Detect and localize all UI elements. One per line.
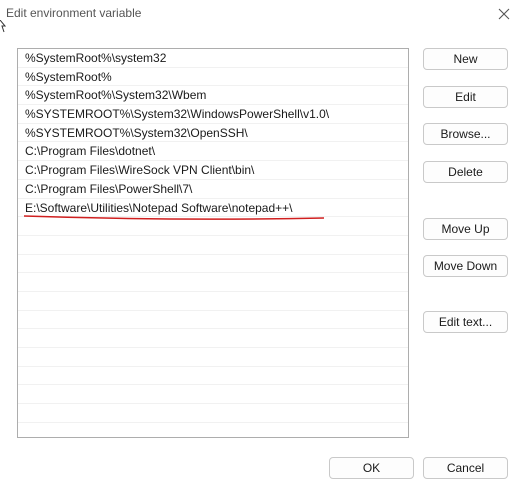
path-text: %SystemRoot%\System32\Wbem <box>25 88 207 103</box>
path-list-item[interactable]: %SystemRoot% <box>18 68 408 87</box>
new-button[interactable]: New <box>423 48 508 70</box>
dialog-title: Edit environment variable <box>6 6 142 20</box>
empty-list-row <box>18 367 408 386</box>
ok-button[interactable]: OK <box>329 457 414 479</box>
empty-list-row <box>18 273 408 292</box>
path-list-item[interactable]: %SYSTEMROOT%\System32\OpenSSH\ <box>18 124 408 143</box>
edit-underline <box>24 215 324 220</box>
empty-list-row <box>18 404 408 423</box>
empty-list-row <box>18 292 408 311</box>
move-up-button[interactable]: Move Up <box>423 218 508 240</box>
path-list-item[interactable]: %SystemRoot%\system32 <box>18 49 408 68</box>
cancel-button[interactable]: Cancel <box>423 457 508 479</box>
empty-list-row <box>18 311 408 330</box>
empty-list-row <box>18 236 408 255</box>
path-list[interactable]: %SystemRoot%\system32 %SystemRoot% %Syst… <box>17 48 409 438</box>
empty-list-row <box>18 348 408 367</box>
path-text: %SystemRoot% <box>25 69 112 84</box>
edit-text-button[interactable]: Edit text... <box>423 311 508 333</box>
empty-list-row <box>18 385 408 405</box>
title-bar: Edit environment variable <box>0 0 520 28</box>
mouse-cursor-icon <box>0 19 7 34</box>
path-list-item[interactable]: %SystemRoot%\System32\Wbem <box>18 86 408 106</box>
path-text: C:\Program Files\WireSock VPN Client\bin… <box>25 163 255 178</box>
path-text: %SYSTEMROOT%\System32\WindowsPowerShell\… <box>25 107 330 122</box>
empty-list-row <box>18 255 408 274</box>
path-list-item[interactable]: C:\Program Files\dotnet\ <box>18 142 408 162</box>
empty-list-row <box>18 423 408 437</box>
delete-button[interactable]: Delete <box>423 161 508 183</box>
path-list-item[interactable]: C:\Program Files\WireSock VPN Client\bin… <box>18 161 408 180</box>
path-text: %SYSTEMROOT%\System32\OpenSSH\ <box>25 125 248 140</box>
empty-list-row <box>18 329 408 348</box>
edit-button[interactable]: Edit <box>423 86 508 108</box>
browse-button[interactable]: Browse... <box>423 123 508 145</box>
close-icon[interactable] <box>494 4 514 24</box>
path-text: %SystemRoot%\system32 <box>25 51 167 65</box>
path-list-item[interactable]: %SYSTEMROOT%\System32\WindowsPowerShell\… <box>18 105 408 124</box>
path-text: C:\Program Files\dotnet\ <box>25 144 156 159</box>
path-text: C:\Program Files\PowerShell\7\ <box>25 181 193 196</box>
move-down-button[interactable]: Move Down <box>423 255 508 277</box>
path-list-item[interactable]: C:\Program Files\PowerShell\7\ <box>18 180 408 199</box>
